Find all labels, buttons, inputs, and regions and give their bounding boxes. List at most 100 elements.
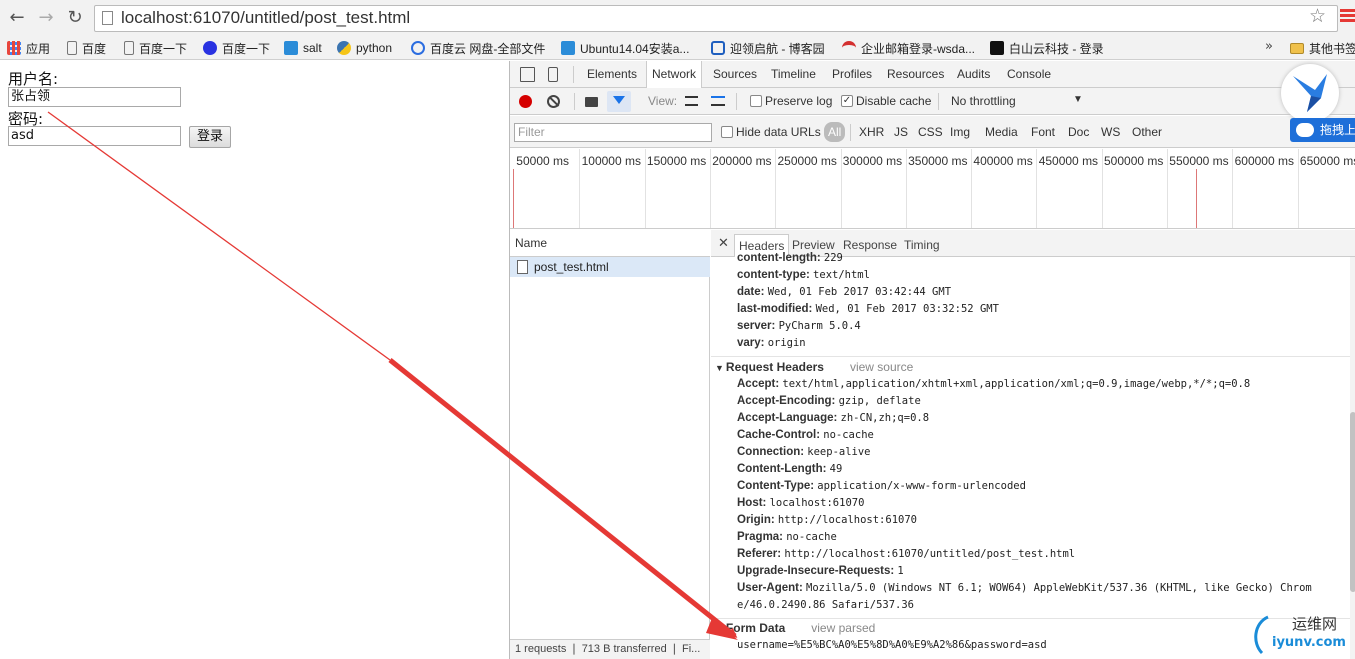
hide-data-urls-checkbox[interactable]	[721, 126, 733, 138]
type-filter-doc[interactable]: Doc	[1066, 122, 1091, 142]
bookmark-salt[interactable]: salt	[284, 39, 322, 57]
timeline-tick-label: 250000 ms	[777, 154, 837, 168]
page-icon	[124, 41, 134, 55]
type-filter-css[interactable]: CSS	[916, 122, 945, 142]
login-button[interactable]: 登录	[189, 126, 231, 148]
bookmark-baishan[interactable]: 白山云科技 - 登录	[990, 39, 1104, 57]
screenshot-camera-icon[interactable]	[585, 97, 598, 107]
network-summary: 1 requests ❘ 713 B transferred ❘ Fi...	[510, 639, 710, 659]
header-key: Upgrade-Insecure-Requests:	[737, 565, 895, 577]
preserve-log-checkbox[interactable]	[750, 95, 762, 107]
other-bookmarks[interactable]: 其他书签	[1290, 39, 1355, 57]
inspect-element-icon[interactable]	[520, 67, 535, 82]
header-key: Content-Length:	[737, 463, 827, 475]
bird-logo[interactable]	[1281, 64, 1339, 122]
timeline-gridline	[644, 149, 646, 228]
bookmark-baidu[interactable]: 百度	[67, 39, 106, 57]
request-row[interactable]: post_test.html	[510, 257, 710, 277]
reload-icon[interactable]: ↻	[63, 6, 87, 30]
request-headers-section[interactable]: ▼ Request Headers view source	[715, 360, 913, 374]
type-filter-img[interactable]: Img	[948, 122, 972, 142]
bookmark-baidu-cloud[interactable]: 百度云 网盘-全部文件	[411, 39, 545, 57]
header-key: Connection:	[737, 446, 805, 458]
tab-timing[interactable]: Timing	[900, 234, 944, 257]
menu-icon[interactable]	[1340, 9, 1355, 25]
devtools-tabbar: Elements Network Sources Timeline Profil…	[510, 61, 1355, 89]
address-url[interactable]: localhost:61070/untitled/post_test.html	[121, 8, 410, 28]
header-key: Origin:	[737, 514, 775, 526]
header-value: 1	[897, 565, 904, 577]
expand-triangle-icon[interactable]: ▼	[715, 624, 724, 634]
overview-icon[interactable]	[711, 96, 725, 106]
baidu-cloud-icon	[411, 41, 425, 55]
header-value: http://localhost:61070	[777, 514, 917, 526]
large-rows-icon[interactable]	[685, 96, 698, 106]
type-filter-font[interactable]: Font	[1029, 122, 1057, 142]
view-parsed-link[interactable]: view parsed	[811, 621, 875, 635]
tab-profiles[interactable]: Profiles	[827, 61, 877, 88]
timeline-tick-label: 550000 ms	[1169, 154, 1229, 168]
bookmark-apps[interactable]: 应用	[7, 39, 50, 57]
header-key: Accept-Language:	[737, 412, 838, 424]
name-column-header[interactable]: Name	[510, 230, 710, 257]
type-filter-xhr[interactable]: XHR	[857, 122, 886, 142]
tab-sources[interactable]: Sources	[708, 61, 762, 88]
tab-timeline[interactable]: Timeline	[766, 61, 821, 88]
back-arrow-icon[interactable]: ←	[5, 6, 29, 30]
bookmark-baidu-search-2[interactable]: 百度一下	[203, 39, 270, 57]
header-key: User-Agent:	[737, 582, 803, 594]
clear-icon[interactable]	[547, 95, 560, 108]
header-value: application/x-www-form-urlencoded	[817, 480, 1026, 492]
tab-resources[interactable]: Resources	[882, 61, 949, 88]
drag-upload-button[interactable]: 拖拽上传	[1290, 118, 1355, 142]
username-input[interactable]: 张占领	[8, 87, 181, 107]
header-value: origin	[767, 337, 806, 349]
header-row: Accept-Language: zh-CN,zh;q=0.8	[737, 412, 929, 424]
filter-funnel-icon[interactable]	[607, 91, 631, 112]
bookmark-ubuntu[interactable]: Ubuntu14.04安装a...	[561, 39, 689, 57]
tab-elements[interactable]: Elements	[582, 61, 642, 88]
tab-response[interactable]: Response	[839, 234, 901, 257]
dropdown-arrow-icon[interactable]: ▼	[1073, 94, 1083, 105]
tab-network[interactable]: Network	[646, 61, 703, 89]
request-name: post_test.html	[534, 260, 609, 274]
tab-console[interactable]: Console	[1002, 61, 1056, 88]
tab-audits[interactable]: Audits	[952, 61, 995, 88]
bookmark-mail[interactable]: 企业邮箱登录-wsda...	[842, 39, 975, 57]
timeline-tick-label: 300000 ms	[842, 154, 903, 168]
header-value: PyCharm 5.0.4	[778, 320, 861, 332]
close-icon[interactable]: ✕	[718, 235, 729, 251]
timeline-tick-label: 50000 ms	[516, 154, 569, 168]
bookmark-baidu-search[interactable]: 百度一下	[124, 39, 187, 57]
record-icon[interactable]	[519, 95, 532, 108]
header-key: Accept-Encoding:	[737, 395, 836, 407]
watermark-url: iyunv.com	[1272, 635, 1346, 650]
request-list: Name post_test.html 1 requests ❘ 713 B t…	[510, 230, 710, 659]
type-filter-other[interactable]: Other	[1130, 122, 1164, 142]
request-details: ✕ Headers Preview Response Timing conten…	[711, 230, 1355, 659]
header-key: Accept:	[737, 378, 780, 390]
address-bar[interactable]: localhost:61070/untitled/post_test.html	[94, 5, 1338, 32]
type-filter-ws[interactable]: WS	[1099, 122, 1122, 142]
header-row: vary: origin	[737, 337, 806, 349]
timeline-tick-label: 600000 ms	[1234, 154, 1294, 168]
bookmarks-more-chevron[interactable]: »	[1265, 39, 1273, 54]
password-input[interactable]: asd	[8, 126, 181, 146]
type-filter-media[interactable]: Media	[983, 122, 1020, 142]
disable-cache-checkbox[interactable]: ✓	[841, 95, 853, 107]
network-timeline-overview[interactable]: 50000 ms 100000 ms 150000 ms 200000 ms 25000…	[510, 149, 1355, 229]
forward-arrow-icon[interactable]: →	[34, 6, 58, 30]
view-source-link[interactable]: view source	[850, 360, 913, 374]
filter-input[interactable]: Filter	[514, 123, 712, 142]
bookmark-star-icon[interactable]: ☆	[1309, 5, 1326, 27]
device-mode-icon[interactable]	[548, 67, 558, 82]
expand-triangle-icon[interactable]: ▼	[715, 363, 724, 373]
bookmark-blog[interactable]: 迎领启航 - 博客园	[711, 39, 825, 57]
bookmark-python[interactable]: python	[337, 39, 392, 57]
bookmark-label: 白山云科技 - 登录	[1009, 41, 1104, 56]
scrollbar-thumb[interactable]	[1350, 412, 1355, 592]
type-filter-all[interactable]: All	[824, 122, 846, 142]
throttling-select[interactable]: No throttling	[951, 94, 1016, 108]
form-data-section[interactable]: ▼ Form Data view parsed	[715, 621, 875, 635]
type-filter-js[interactable]: JS	[892, 122, 910, 142]
